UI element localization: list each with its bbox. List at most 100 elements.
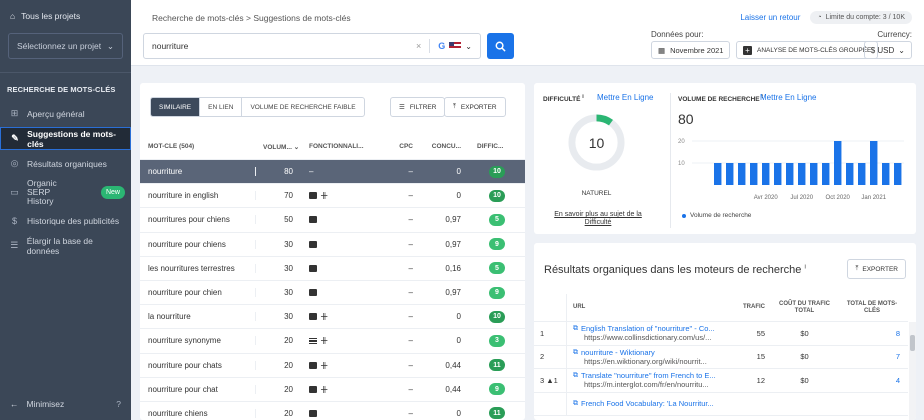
volume-cell: 20 [255, 408, 301, 418]
external-link-icon: ⧉ [573, 348, 578, 356]
table-row[interactable]: nourriture pour chat 20 ╫ – 0,44 9 [140, 378, 525, 402]
cost-cell: $0 [800, 328, 809, 338]
header-features[interactable]: FONCTIONNALI... [301, 143, 379, 150]
scrollbar-thumb[interactable] [910, 335, 915, 351]
feedback-link[interactable]: Laisser un retour [740, 13, 800, 22]
export-label: EXPORTER [862, 265, 898, 273]
result-link[interactable]: ⧉ English Translation of "nourriture" - C… [573, 324, 731, 333]
gauge-icon: ◔ [817, 14, 822, 21]
volume-online-link[interactable]: Mettre En Ligne [760, 93, 816, 102]
keywords-panel: SIMILAIRE EN LIEN VOLUME DE RECHERCHE FA… [140, 83, 525, 420]
currency-select[interactable]: $ USD ⌄ [863, 41, 912, 59]
organic-export-button[interactable]: ⤒ EXPORTER [847, 259, 906, 279]
search-button[interactable] [487, 33, 514, 59]
result-link[interactable]: ⧉ French Food Vocabulary: 'La Nourritur..… [573, 399, 731, 408]
sidebar-item-overview[interactable]: ⊞ Aperçu général [0, 102, 131, 125]
collapse-sidebar[interactable]: ← Minimisez ? [0, 399, 131, 409]
table-row[interactable]: les nourritures terrestres 30 – 0,16 5 [140, 257, 525, 281]
upload-icon: ⤒ [855, 265, 859, 272]
header-traffic-cost[interactable]: COÛT DU TRAFIC TOTAL [771, 301, 838, 315]
table-row[interactable]: 2 ⧉ nourriture - Wiktionary https://en.wik… [534, 345, 908, 369]
result-link[interactable]: ⧉ nourriture - Wiktionary [573, 348, 731, 357]
tab-similar[interactable]: SIMILAIRE [151, 98, 201, 116]
header-url[interactable]: URL [567, 304, 737, 311]
table-row[interactable]: nourriture pour chien 30 – 0,97 9 [140, 281, 525, 306]
table-row[interactable]: nourriture pour chiens 30 – 0,97 9 [140, 233, 525, 257]
date-select[interactable]: ▦ Novembre 2021 [651, 41, 731, 59]
learn-more-link[interactable]: En savoir plus au sujet de la Difficulté [554, 211, 642, 227]
result-link[interactable]: ⧉ Translate "nourriture" from French to E… [573, 371, 731, 380]
keywords-count-link[interactable]: 4 [838, 376, 906, 385]
sidebar-item-organic-results[interactable]: ◎ Résultats organiques [0, 152, 131, 175]
position-cell: 1 [534, 322, 567, 345]
table-row[interactable]: nourriture in english 70 ╫ – 0 10 [140, 184, 525, 209]
table-row[interactable]: nourriture synonyme 20 ╫ – 0 3 [140, 329, 525, 354]
filter-button[interactable]: ☰ FILTRER [390, 97, 446, 117]
keyword-tabs: SIMILAIRE EN LIEN VOLUME DE RECHERCHE FA… [150, 97, 365, 117]
volume-chart: 20 10 Avr 2020 Jul 2020 Oct 2020 Jan 2021 [678, 139, 904, 201]
search-input[interactable] [152, 41, 409, 51]
table-row[interactable]: nourriture chiens 20 – 0 11 [140, 402, 525, 420]
project-select[interactable]: Sélectionnez un projet ⌄ [8, 33, 123, 59]
account-limit-badge: ◔ Limite du compte: 3 / 10K [810, 11, 912, 24]
all-projects-link[interactable]: ⌂ Tous les projets [0, 0, 131, 21]
header-cpc[interactable]: CPC [379, 143, 421, 150]
x-tick-label: Avr 2020 [754, 195, 779, 201]
bulk-analysis-button[interactable]: + ANALYSE DE MOTS-CLÉS GROUPÉE [736, 41, 879, 59]
header-traffic[interactable]: TRAFIC [737, 304, 771, 311]
project-select-label: Sélectionnez un projet [17, 41, 102, 51]
table-row[interactable]: 3 ▲1 ⧉ Translate "nourriture" from French… [534, 369, 908, 393]
keyword-search-field[interactable]: × G ⌄ [143, 33, 481, 59]
volume-bar [870, 141, 878, 185]
difficulty-online-link[interactable]: Mettre En Ligne [597, 93, 653, 102]
account-limit-label: Limite du compte: 3 / 10K [825, 14, 905, 21]
help-icon[interactable]: ? [116, 399, 121, 409]
engine-select[interactable]: G ⌄ [430, 41, 480, 51]
volume-title: VOLUME DE RECHERCHE i [678, 94, 763, 104]
export-button[interactable]: ⤒ EXPORTER [444, 97, 506, 117]
difficulty-badge: 9 [489, 383, 505, 396]
competition-cell: 0,97 [445, 215, 461, 225]
chevron-down-icon: ⌄ [898, 45, 905, 55]
header-volume[interactable]: VOLUM... ⌄ [255, 143, 301, 151]
sidebar-item-organic-serp-history[interactable]: ▭ Organic SERP History New [0, 177, 131, 207]
volume-cell: 30 [255, 263, 301, 273]
sidebar-item-expand-database[interactable]: ☰ Élargir la base de données [0, 234, 131, 257]
keyword-cell: la nourriture [148, 312, 191, 322]
volume-bar [738, 163, 746, 185]
keyword-cell: nourriture pour chiens [148, 239, 226, 249]
image-icon [309, 240, 317, 248]
image-icon [309, 216, 317, 224]
image-icon [309, 361, 317, 369]
clear-icon[interactable]: × [408, 41, 429, 51]
calendar-icon: ▭ [10, 186, 19, 197]
google-icon: G [438, 41, 446, 51]
table-row[interactable]: 1 ⧉ English Translation of "nourriture" -… [534, 322, 908, 346]
difficulty-badge: 5 [489, 262, 505, 275]
difficulty-badge: 5 [489, 213, 505, 226]
header-competition[interactable]: CONCU... [421, 143, 469, 150]
keywords-count-link[interactable]: 8 [838, 329, 906, 338]
table-row[interactable]: nourriture pour chats 20 ╫ – 0,44 11 [140, 354, 525, 378]
header-total-keywords[interactable]: TOTAL DE MOTS-CLÉS [838, 301, 906, 315]
volume-bar [750, 163, 758, 185]
header-keyword[interactable]: MOT-CLÉ (504) [140, 143, 255, 150]
sidebar-item-ads-history[interactable]: $ Historique des publicités [0, 209, 131, 232]
competition-cell: 0 [456, 312, 461, 322]
keyword-cell: nourriture pour chat [148, 384, 218, 394]
sidebar-item-keyword-suggestions[interactable]: ✎ Suggestions de mots-clés [0, 127, 131, 150]
table-row[interactable]: la nourriture 30 ╫ – 0 10 [140, 305, 525, 330]
header-difficulty[interactable]: DIFFIC... [469, 143, 525, 150]
keywords-count-link[interactable]: 7 [838, 352, 906, 361]
keyword-cell: les nourritures terrestres [148, 263, 235, 273]
tab-low-volume[interactable]: VOLUME DE RECHERCHE FAIBLE [242, 98, 363, 116]
volume-cell: 20 [255, 336, 301, 346]
table-row[interactable]: ⧉ French Food Vocabulary: 'La Nourritur..… [534, 392, 908, 416]
result-url: https://m.interglot.com/fr/en/nourritu..… [584, 380, 709, 390]
breadcrumb: Recherche de mots-clés > Suggestions de … [152, 13, 351, 23]
tab-related[interactable]: EN LIEN [200, 98, 243, 116]
table-row[interactable]: nourriture 80 – – 0 10 [140, 160, 525, 185]
cost-cell: $0 [800, 375, 809, 385]
pen-icon: ✎ [11, 133, 19, 143]
table-row[interactable]: nourritures pour chiens 50 – 0,97 5 [140, 208, 525, 233]
